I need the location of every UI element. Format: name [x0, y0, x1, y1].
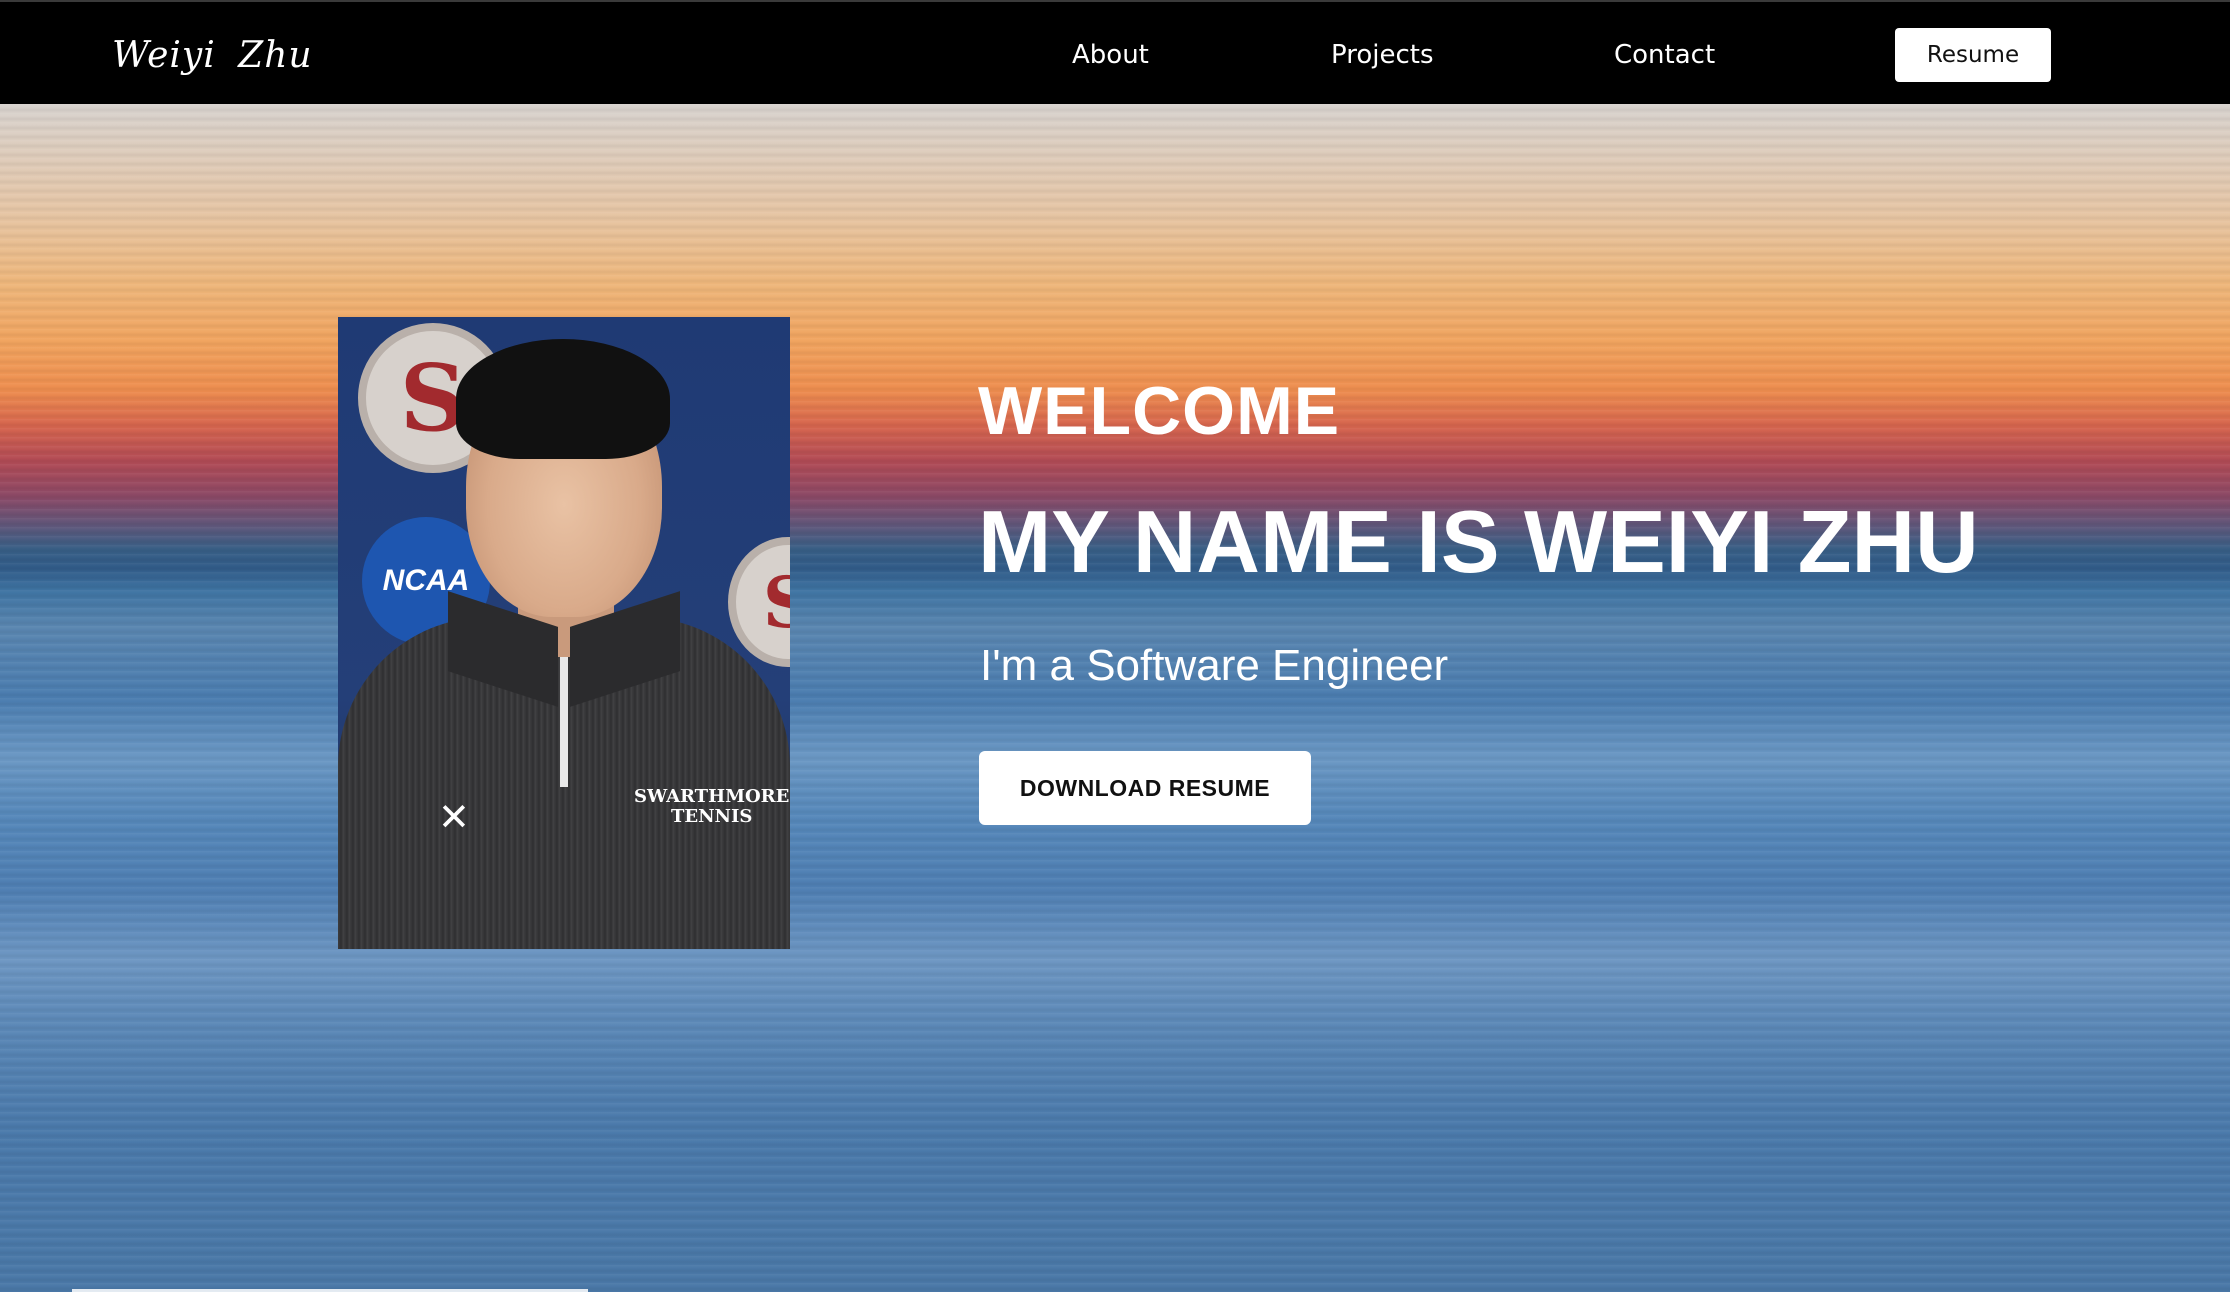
- shirt-placket: [560, 657, 568, 787]
- seal-logo: S: [728, 537, 790, 667]
- shirt-text-line: TENNIS: [670, 806, 753, 827]
- download-resume-button[interactable]: DOWNLOAD RESUME: [979, 751, 1311, 825]
- nav-link-about[interactable]: About: [1072, 32, 1149, 78]
- welcome-heading: WELCOME: [978, 373, 1341, 449]
- nav-link-contact[interactable]: Contact: [1614, 32, 1715, 78]
- brand-logo-icon: ✕: [438, 797, 470, 839]
- resume-button[interactable]: Resume: [1895, 28, 2051, 82]
- hair: [456, 339, 670, 459]
- shirt-text: SWARTHMORE TENNIS: [634, 787, 789, 827]
- name-heading: MY NAME IS WEIYI ZHU: [978, 492, 1979, 591]
- shirt-text-line: SWARTHMORE: [634, 786, 790, 807]
- hero-background: [0, 104, 2230, 1292]
- top-navbar: Weiyi Zhu About Projects Contact Resume: [0, 0, 2230, 104]
- tagline: I'm a Software Engineer: [980, 641, 1449, 690]
- nav-link-projects[interactable]: Projects: [1331, 32, 1434, 78]
- profile-photo: S S NCAA ✕ SWARTHMORE TENNIS: [338, 317, 790, 949]
- hero-section: S S NCAA ✕ SWARTHMORE TENNIS WELCOME MY …: [0, 104, 2230, 1292]
- brand-logo[interactable]: Weiyi Zhu: [112, 28, 313, 84]
